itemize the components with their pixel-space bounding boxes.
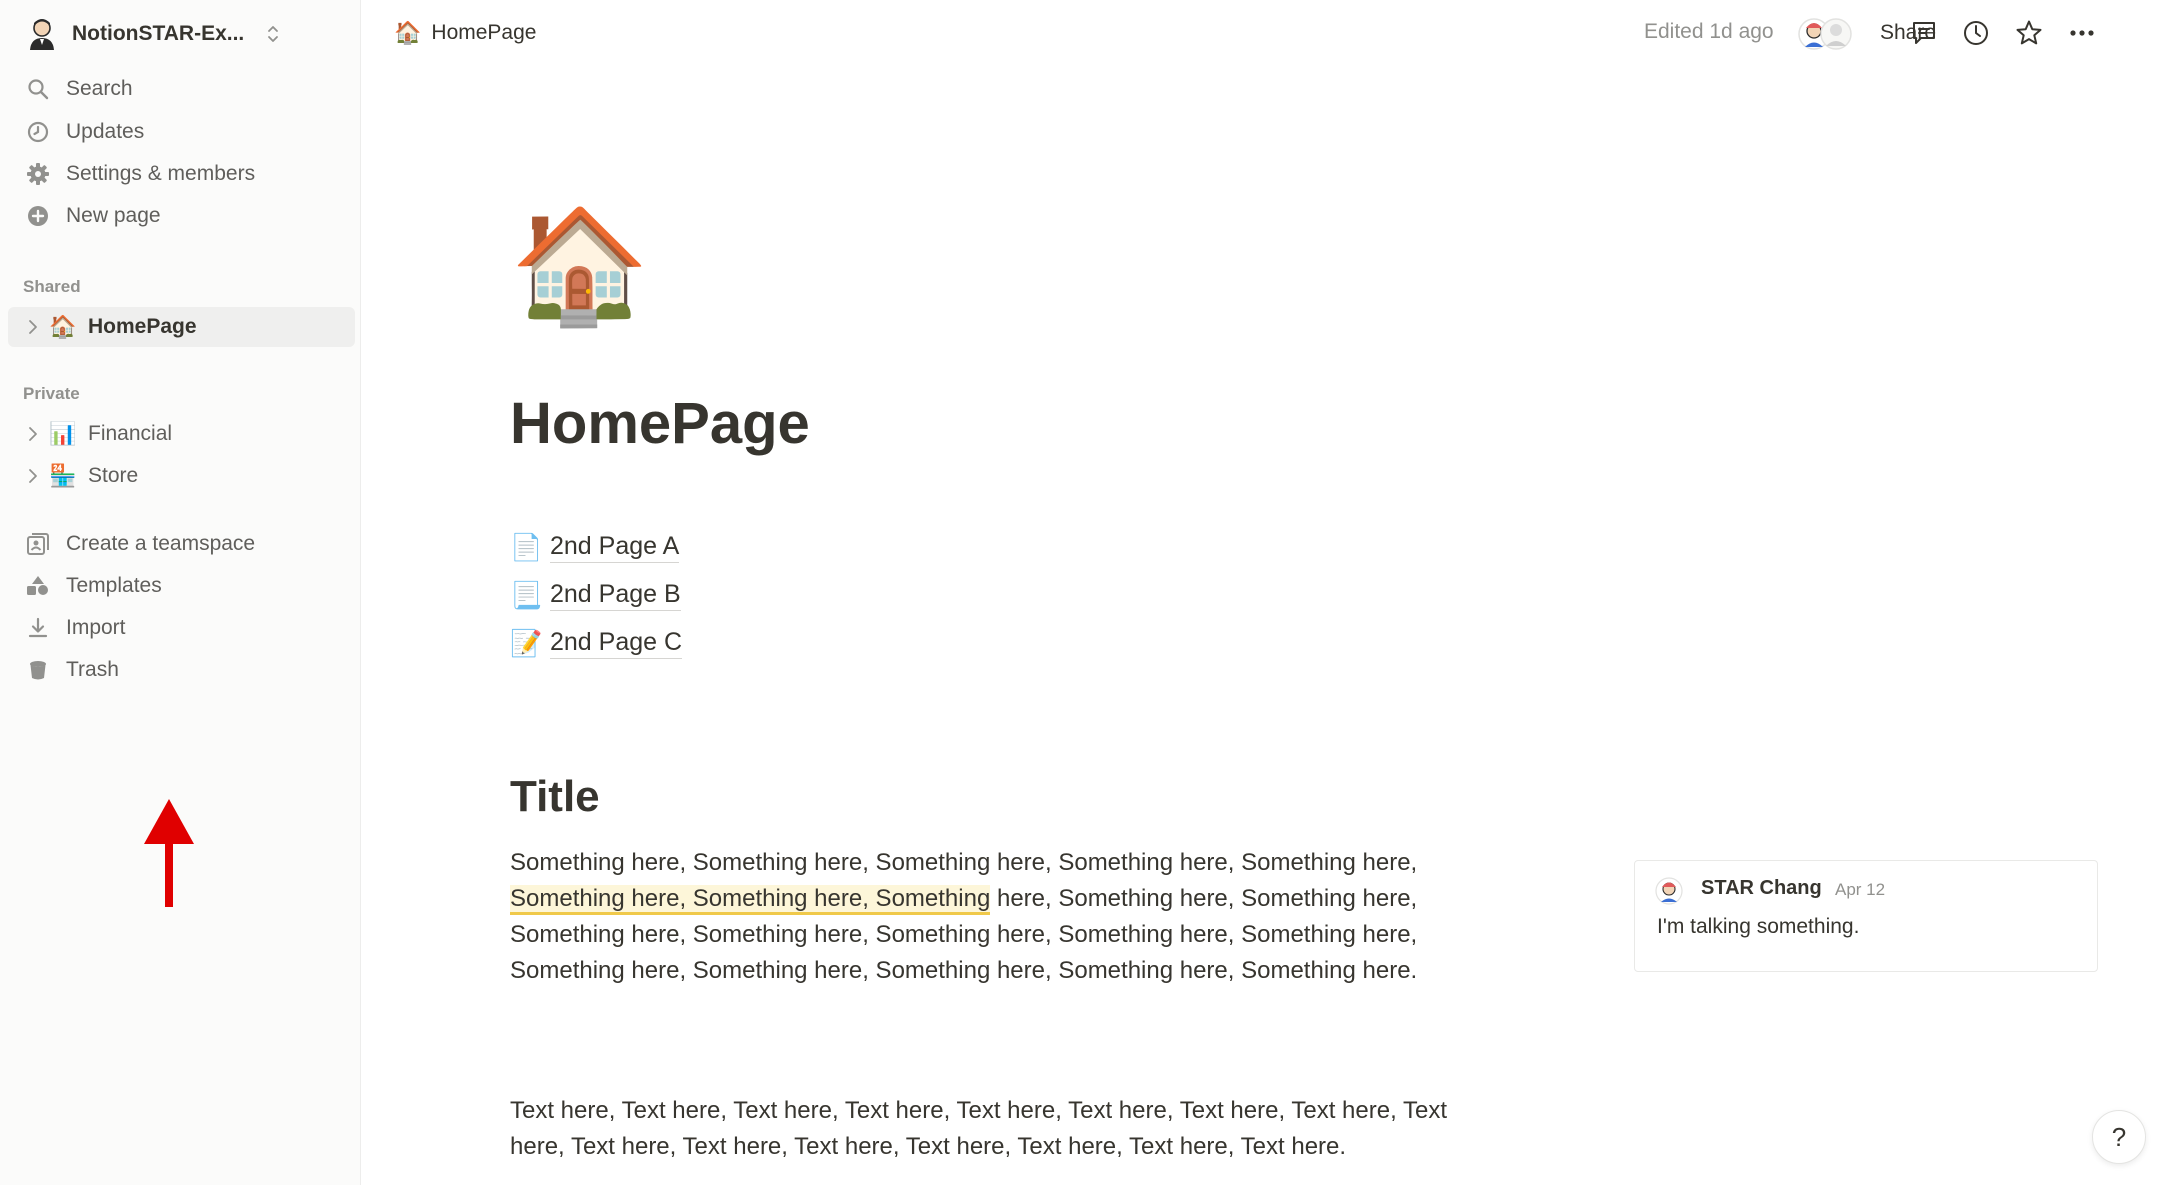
sidebar-item-label: Import (66, 616, 126, 639)
subpage-link-label: 2nd Page C (550, 628, 683, 659)
edited-status[interactable]: Edited 1d ago (1644, 20, 1774, 44)
sidebar-item-label: New page (66, 204, 161, 227)
sidebar-item-updates[interactable]: Updates (14, 113, 354, 151)
sidebar-item-trash[interactable]: Trash (14, 651, 354, 689)
topbar: 🏠 HomePage Edited 1d ago Share (362, 0, 2160, 66)
plus-circle-icon (25, 203, 51, 229)
download-icon (25, 615, 51, 641)
sidebar: NotionSTAR-Ex... Search Updates Settings… (0, 0, 361, 1185)
page-icon[interactable]: 🏠 (510, 210, 649, 322)
page-emoji: 📃 (510, 579, 543, 610)
notion-app: NotionSTAR-Ex... Search Updates Settings… (0, 0, 2160, 1185)
workspace-avatar-icon (24, 16, 60, 52)
sidebar-page-homepage[interactable]: 🏠 HomePage (8, 307, 355, 347)
sidebar-item-search[interactable]: Search (14, 70, 354, 108)
comment-text: I'm talking something. (1657, 915, 1860, 938)
search-icon (25, 76, 51, 102)
favorite-star-icon[interactable] (2011, 15, 2047, 51)
sidebar-item-templates[interactable]: Templates (14, 567, 354, 605)
subpage-link[interactable]: 📃 2nd Page B (510, 575, 681, 615)
breadcrumb-emoji: 🏠 (394, 20, 422, 45)
sidebar-item-label: Updates (66, 120, 145, 143)
comment-thread[interactable]: STAR Chang Apr 12 I'm talking something. (1634, 860, 2098, 972)
clock-icon (25, 119, 51, 145)
red-up-arrow-icon (144, 799, 194, 907)
paragraph-text: Something here, Something here, Somethin… (510, 849, 1418, 876)
page-emoji: 🏪 (49, 463, 77, 488)
templates-icon (25, 573, 51, 599)
sidebar-item-label: Trash (66, 658, 119, 681)
comment-date: Apr 12 (1835, 880, 1886, 899)
sidebar-item-label: Search (66, 77, 133, 100)
sidebar-page-store[interactable]: 🏪 Store (8, 456, 355, 496)
comment-avatar (1655, 877, 1683, 905)
collaborator-avatars[interactable] (1796, 14, 1856, 54)
subpage-link[interactable]: 📄 2nd Page A (510, 527, 680, 567)
history-clock-icon[interactable] (1958, 15, 1994, 51)
more-options-icon[interactable] (2064, 15, 2100, 51)
breadcrumb-title: HomePage (431, 21, 537, 44)
chevron-right-icon[interactable] (22, 426, 44, 442)
sidebar-item-settings[interactable]: Settings & members (14, 155, 354, 193)
subpage-link-label: 2nd Page B (550, 580, 681, 611)
chevron-right-icon[interactable] (22, 319, 44, 335)
page-emoji: 🏠 (49, 314, 77, 339)
subpage-link[interactable]: 📝 2nd Page C (510, 623, 683, 663)
sidebar-item-label: Settings & members (66, 162, 256, 185)
page-emoji: 📝 (510, 627, 543, 658)
commented-highlight[interactable]: Something here, Something here, Somethin… (510, 885, 991, 915)
workspace-name: NotionSTAR-Ex... (72, 22, 245, 45)
paragraph-text: Text here, Text here, Text here, Text he… (510, 1097, 1447, 1160)
paragraph-block[interactable]: Text here, Text here, Text here, Text he… (510, 1093, 1450, 1165)
sidebar-item-label: Create a teamspace (66, 532, 256, 555)
teamspace-icon (25, 531, 51, 557)
help-button[interactable]: ? (2092, 1110, 2146, 1164)
section-private-label: Private (23, 384, 80, 403)
page-emoji: 📄 (510, 531, 543, 562)
comments-icon[interactable] (1906, 15, 1942, 51)
breadcrumb[interactable]: 🏠 HomePage (388, 16, 542, 50)
sidebar-page-financial[interactable]: 📊 Financial (8, 414, 355, 454)
gear-icon (25, 161, 51, 187)
sidebar-item-create-teamspace[interactable]: Create a teamspace (14, 525, 354, 563)
page-title[interactable]: HomePage (510, 390, 810, 457)
page-emoji: 📊 (49, 421, 77, 446)
sidebar-item-import[interactable]: Import (14, 609, 354, 647)
sidebar-item-label: Templates (66, 574, 162, 597)
section-shared-label: Shared (23, 277, 81, 296)
chevron-right-icon[interactable] (22, 468, 44, 484)
workspace-switcher[interactable]: NotionSTAR-Ex... (14, 12, 334, 56)
trash-icon (25, 657, 51, 683)
sidebar-page-label: HomePage (88, 315, 197, 338)
sidebar-page-label: Financial (88, 422, 173, 445)
paragraph-block[interactable]: Something here, Something here, Somethin… (510, 845, 1450, 989)
section-heading[interactable]: Title (510, 772, 600, 822)
sidebar-item-new-page[interactable]: New page (14, 197, 354, 235)
chevron-updown-icon (266, 23, 280, 45)
sidebar-page-label: Store (88, 464, 139, 487)
subpage-link-label: 2nd Page A (550, 532, 680, 563)
comment-author: STAR Chang (1701, 877, 1822, 899)
